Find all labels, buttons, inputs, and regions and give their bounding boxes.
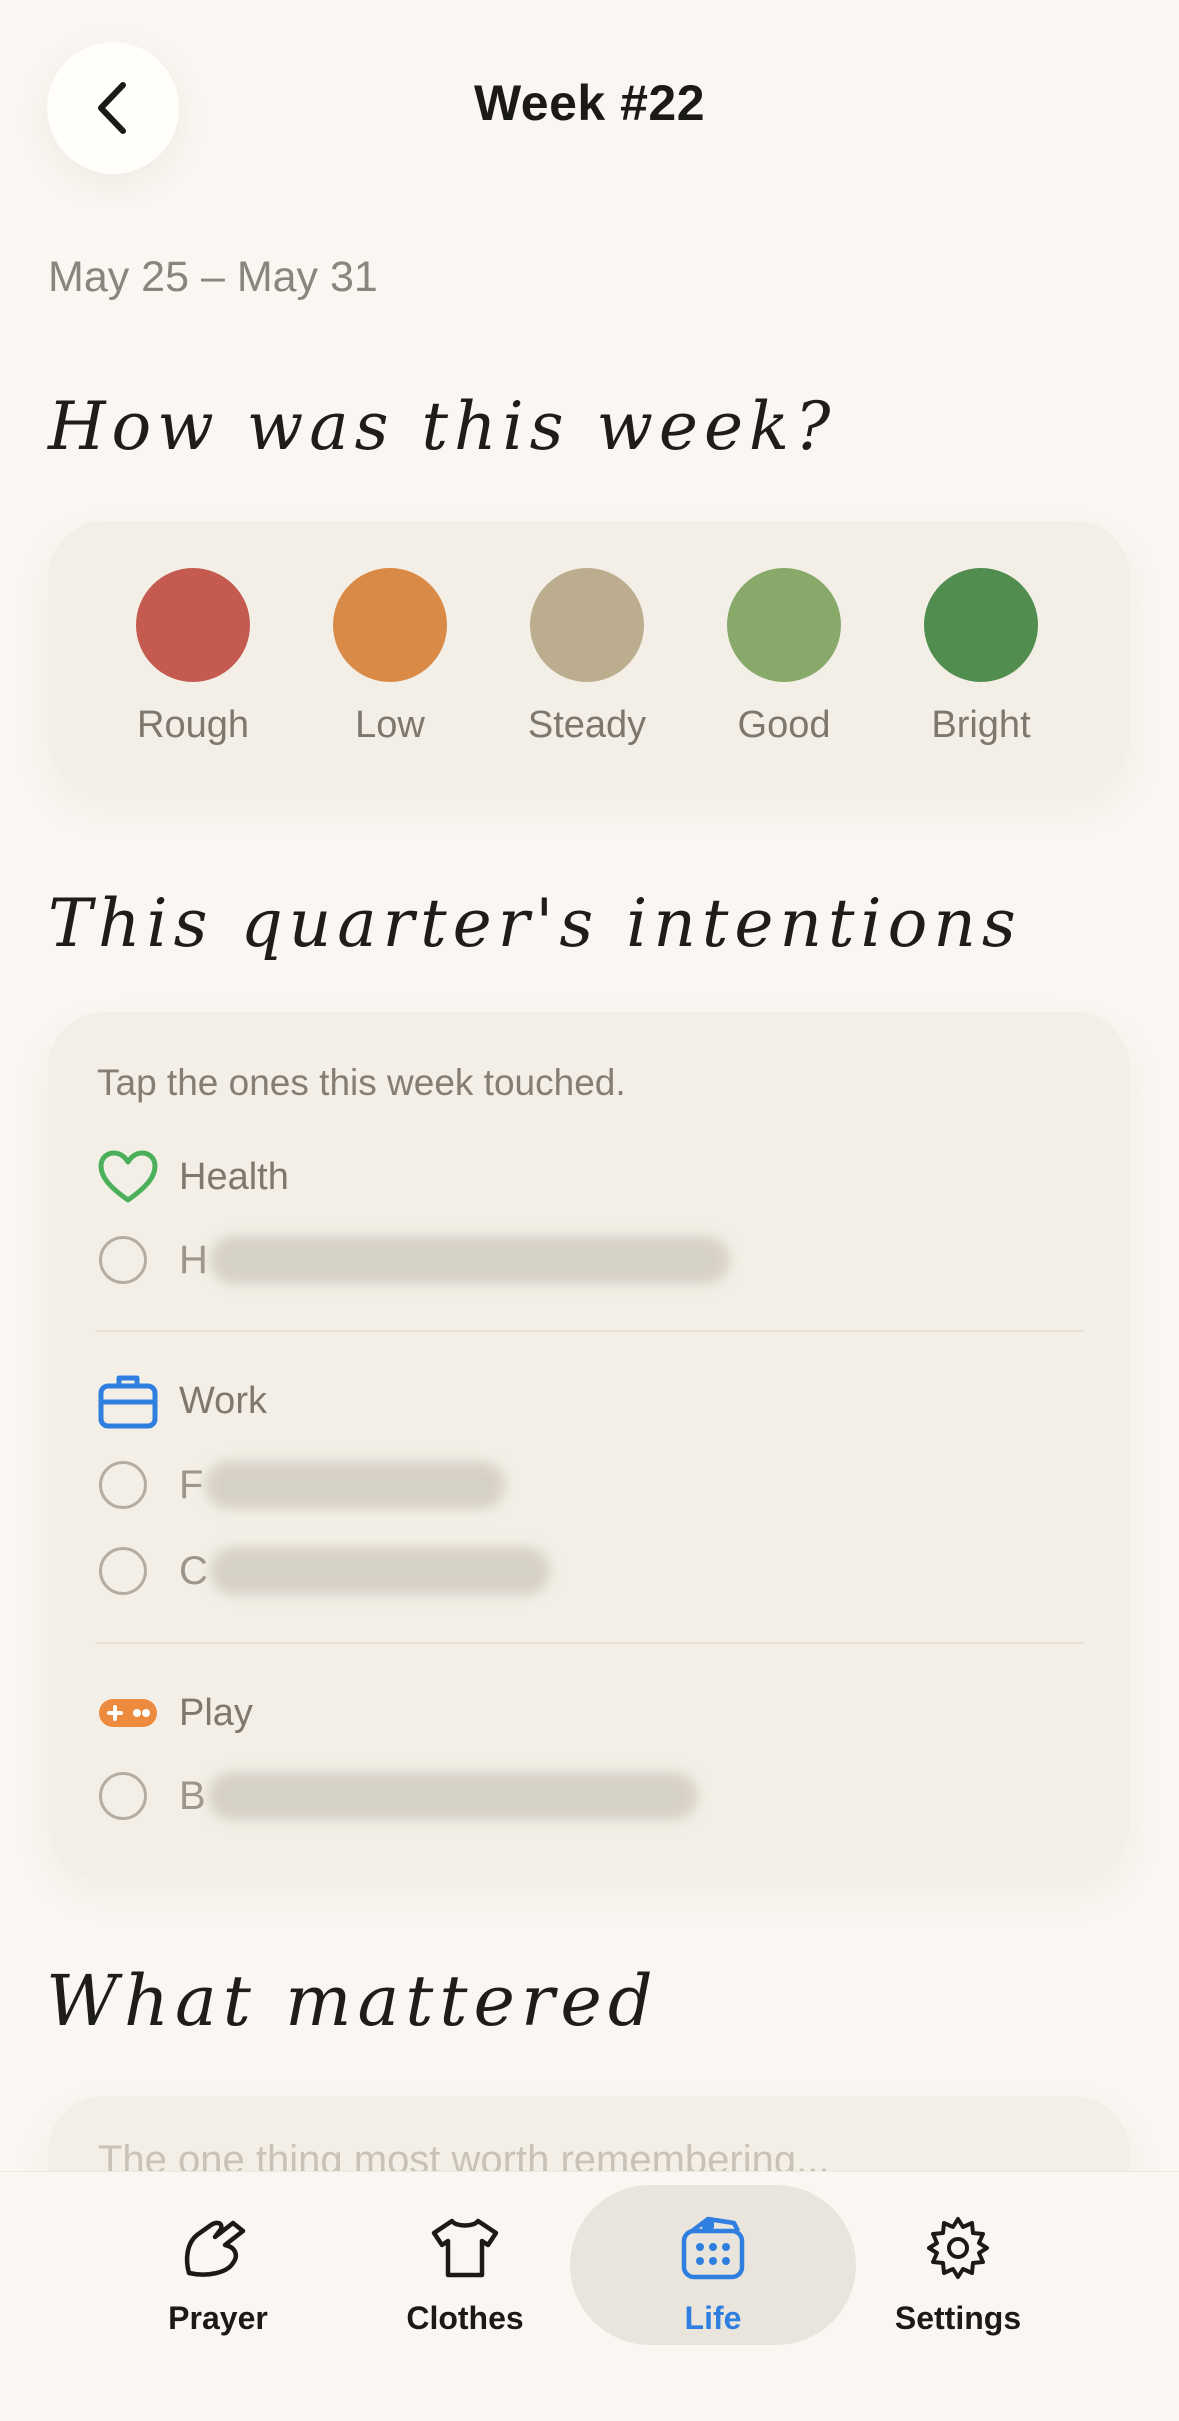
mood-label: Rough [137,704,249,746]
group-health: Health [97,1146,289,1208]
group-name: Play [179,1691,253,1734]
tab-clothes[interactable]: Clothes [345,2172,585,2337]
tab-label: Prayer [168,2300,268,2336]
intention-initial: B [179,1773,206,1818]
mood-dot [333,568,447,682]
mood-dot [924,568,1038,682]
intention-row[interactable]: F [99,1461,506,1509]
mood-option-low[interactable]: Low [300,568,480,747]
intentions-hint: Tap the ones this week touched. [97,1062,626,1103]
redacted-text [209,1236,730,1284]
tab-bar: Prayer Clothes Life Settings [0,2171,1179,2421]
intention-checkbox[interactable] [99,1547,147,1595]
group-play: Play [97,1682,253,1744]
intention-initial: H [179,1237,208,1282]
date-range: May 25 – May 31 [48,253,378,301]
life-icon [673,2208,753,2288]
mood-dot [136,568,250,682]
tab-label: Settings [894,2300,1022,2336]
mattered-heading: What mattered [46,1960,659,2042]
redacted-text [209,1547,550,1595]
group-name: Work [179,1379,267,1422]
gamepad-icon [97,1682,159,1744]
mood-option-bright[interactable]: Bright [891,568,1071,747]
mood-heading: How was this week? [48,388,837,465]
briefcase-icon [97,1370,159,1432]
redacted-text [205,1461,506,1509]
mood-card: Rough Low Steady Good Bright [48,521,1130,793]
redacted-text [207,1772,698,1820]
divider [95,1330,1083,1332]
mood-dot [530,568,644,682]
intention-checkbox[interactable] [99,1461,147,1509]
intention-row[interactable]: B [99,1772,698,1820]
mood-label: Good [737,704,831,746]
group-work: Work [97,1370,267,1432]
tab-life[interactable]: Life [593,2172,833,2337]
tab-prayer[interactable]: Prayer [98,2172,338,2337]
intention-checkbox[interactable] [99,1772,147,1820]
divider [95,1642,1083,1644]
mood-label: Steady [527,704,647,746]
mood-option-rough[interactable]: Rough [103,568,283,747]
heart-icon [97,1146,159,1208]
mood-label: Low [355,704,425,746]
tab-settings[interactable]: Settings [838,2172,1078,2337]
intention-row[interactable]: H [99,1236,730,1284]
intentions-heading: This quarter's intentions [48,885,1022,962]
mood-label: Bright [931,704,1031,746]
intention-checkbox[interactable] [99,1236,147,1284]
page-title: Week #22 [473,75,706,131]
mood-option-steady[interactable]: Steady [497,568,677,747]
tab-label: Life [684,2300,742,2336]
intentions-card: Tap the ones this week touched. Health H… [48,1012,1130,1878]
intention-row[interactable]: C [99,1547,550,1595]
tab-label: Clothes [406,2300,524,2336]
gear-icon [918,2208,998,2288]
mood-option-good[interactable]: Good [694,568,874,747]
mood-dot [727,568,841,682]
intention-initial: C [179,1548,208,1593]
prayer-hand-icon [178,2208,258,2288]
intention-initial: F [179,1462,204,1507]
shirt-icon [425,2208,505,2288]
group-name: Health [179,1155,289,1198]
